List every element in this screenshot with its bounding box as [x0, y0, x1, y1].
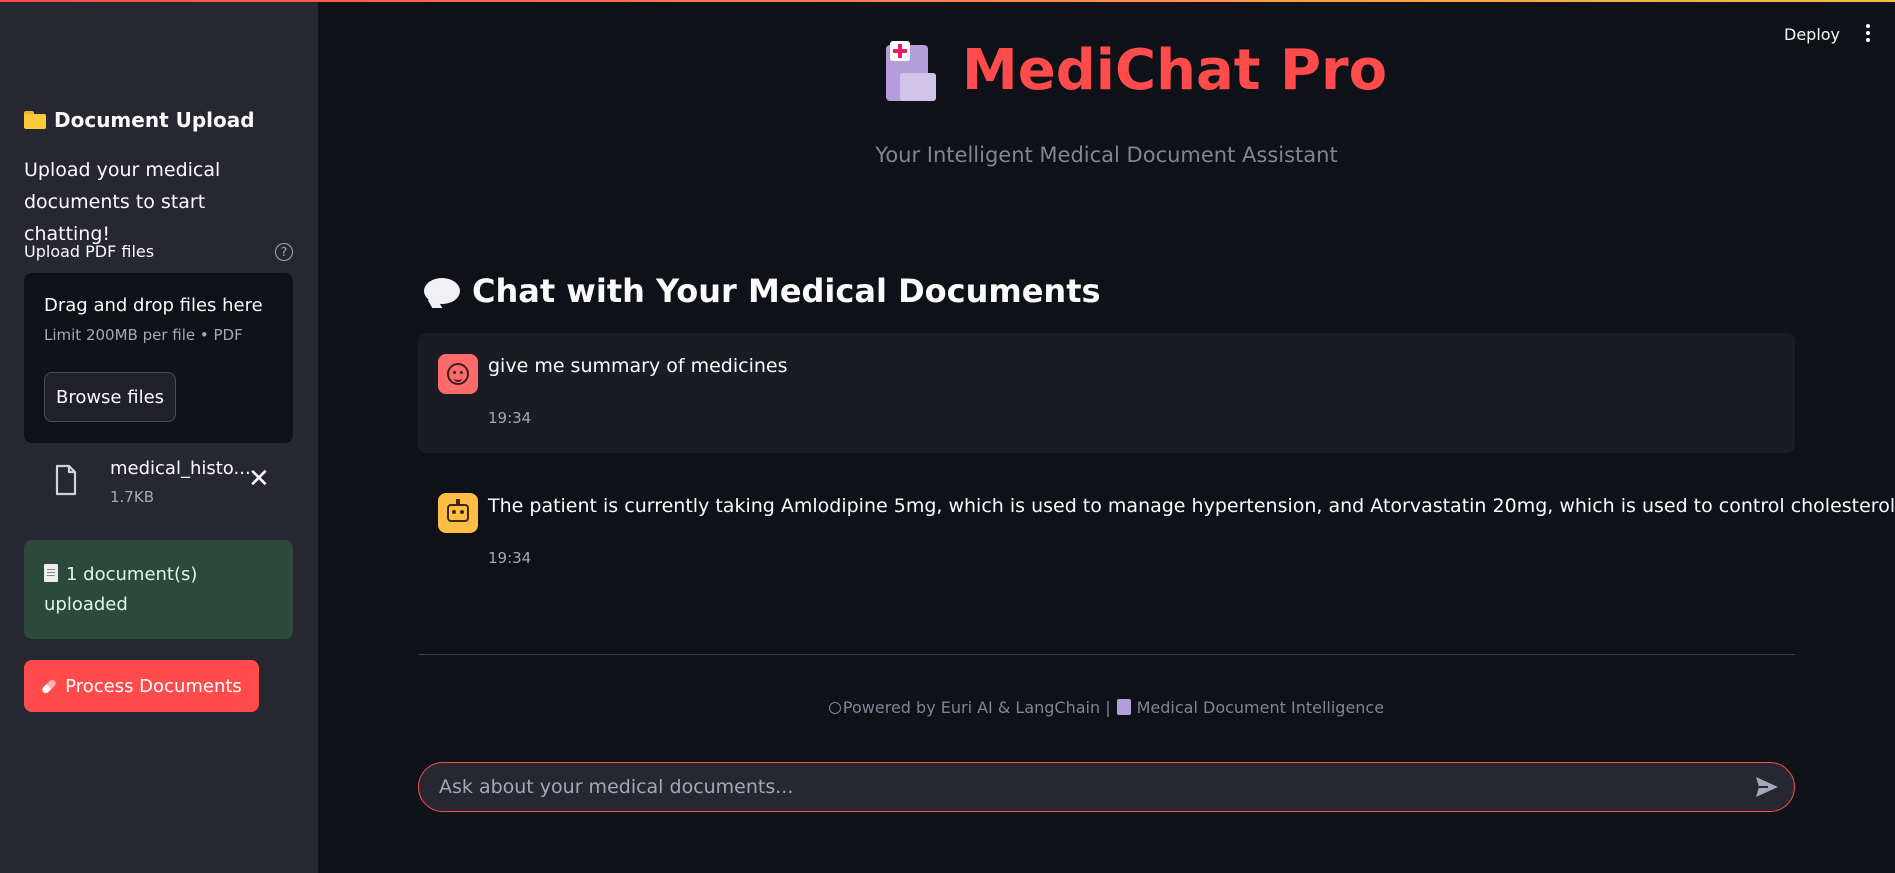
upload-status-alert: 1 document(s) uploaded [24, 540, 293, 639]
user-face-icon [447, 363, 469, 385]
hospital-icon [880, 39, 936, 103]
hospital-small-icon [1116, 699, 1131, 715]
file-dropzone[interactable]: Drag and drop files here Limit 200MB per… [24, 273, 293, 443]
chat-heading: Chat with Your Medical Documents [424, 272, 1101, 310]
top-decoration-line [0, 0, 1895, 2]
chat-message-user: give me summary of medicines 19:34 [418, 333, 1795, 453]
message-time: 19:34 [488, 549, 532, 567]
upload-status-text: 1 document(s) uploaded [44, 564, 198, 615]
pill-icon [41, 677, 58, 695]
remove-file-icon[interactable]: ✕ [248, 466, 270, 492]
chat-input-container [418, 762, 1795, 812]
dropzone-limit: Limit 200MB per file • PDF [44, 326, 243, 344]
sidebar-description: Upload your medical documents to start c… [24, 159, 221, 245]
process-documents-label: Process Documents [65, 675, 242, 697]
footer-powered-by: Powered by Euri AI & LangChain | [842, 698, 1111, 717]
deploy-button[interactable]: Deploy [1784, 25, 1840, 44]
dropzone-title: Drag and drop files here [44, 295, 263, 316]
footer-tagline: Medical Document Intelligence [1136, 698, 1385, 717]
document-icon [44, 564, 58, 582]
sidebar: Document Upload Upload your medical docu… [0, 0, 318, 873]
message-text: The patient is currently taking Amlodipi… [488, 495, 1895, 517]
folder-icon [24, 111, 46, 129]
app-title-row: MediChat Pro [880, 38, 1387, 103]
help-icon[interactable]: ? [275, 242, 293, 261]
main-menu-icon[interactable] [1864, 24, 1872, 46]
process-documents-button[interactable]: Process Documents [24, 660, 259, 712]
robot-icon [447, 499, 469, 522]
file-icon [55, 464, 77, 496]
chat-heading-text: Chat with Your Medical Documents [472, 272, 1101, 310]
app-title: MediChat Pro [962, 38, 1388, 103]
upload-label: Upload PDF files [24, 242, 155, 261]
file-size: 1.7KB [110, 488, 154, 506]
sidebar-title: Document Upload [54, 108, 255, 132]
sidebar-header: Document Upload [24, 108, 293, 132]
chat-input[interactable] [439, 763, 1739, 810]
browse-files-button[interactable]: Browse files [44, 372, 176, 422]
uploaded-file-item: medical_histo... 1.7KB ✕ [24, 458, 293, 508]
divider [418, 654, 1795, 655]
app-subtitle: Your Intelligent Medical Document Assist… [875, 143, 1338, 167]
upload-label-row: Upload PDF files ? [24, 242, 293, 261]
message-time: 19:34 [488, 409, 532, 427]
footer: Powered by Euri AI & LangChain | Medical … [318, 698, 1895, 717]
speech-bubble-icon [424, 278, 460, 304]
file-name: medical_histo... [110, 458, 251, 479]
chat-message-assistant: The patient is currently taking Amlodipi… [418, 473, 1895, 573]
assistant-avatar [438, 493, 478, 533]
user-avatar [438, 354, 478, 394]
message-text: give me summary of medicines [488, 355, 788, 377]
send-icon[interactable] [1755, 776, 1779, 798]
globe-icon [828, 702, 841, 714]
